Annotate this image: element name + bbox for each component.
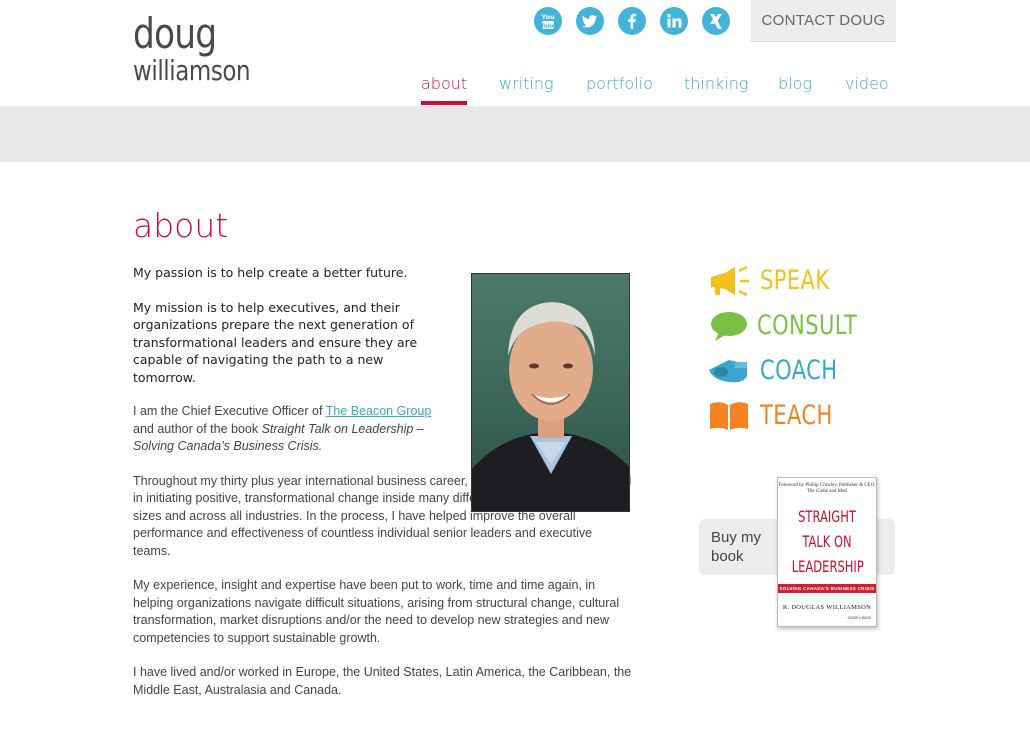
page-title: about: [133, 206, 229, 245]
social-links: You Tube: [534, 7, 730, 35]
buy-book-label[interactable]: Buy my book: [711, 528, 781, 566]
xing-icon[interactable]: [702, 7, 730, 35]
experience-paragraph: My experience, insight and expertise hav…: [133, 578, 620, 645]
service-coach-label: COACH: [760, 355, 838, 386]
passion-paragraph: My passion is to help create a better fu…: [133, 265, 408, 280]
book-title-line-3: LEADERSHIP: [791, 557, 864, 576]
book-subtitle: SOLVING CANADA'S BUSINESS CRISIS: [778, 584, 876, 593]
service-speak[interactable]: SPEAK: [706, 258, 886, 303]
mission-paragraph: My mission is to help executives, and th…: [133, 299, 418, 385]
nav-thinking[interactable]: thinking: [684, 74, 748, 93]
speech-bubble-icon: [706, 306, 749, 346]
portrait-photo: [471, 273, 630, 512]
ceo-paragraph: I am the Chief Executive Officer of The …: [133, 403, 438, 456]
whistle-icon: [706, 351, 752, 391]
ceo-text: I am the Chief Executive Officer of: [133, 404, 326, 418]
service-coach[interactable]: COACH: [706, 348, 886, 393]
beacon-group-link[interactable]: The Beacon Group: [326, 404, 432, 418]
service-speak-label: SPEAK: [760, 265, 830, 296]
book-title: STRAIGHT TALK ON LEADERSHIP: [791, 504, 864, 579]
nav-portfolio[interactable]: portfolio: [586, 74, 653, 93]
logo-line-1: doug: [133, 9, 217, 58]
travel-paragraph: I have lived and/or worked in Europe, th…: [133, 665, 632, 697]
book-foreword: Foreword by Phillip Crawley, Publisher &…: [778, 483, 876, 494]
service-consult-label: CONSULT: [757, 310, 858, 341]
svg-text:Tube: Tube: [541, 24, 556, 30]
logo-line-2: williamson: [133, 54, 251, 87]
book-publisher: JOSSEY-BASS: [847, 616, 871, 620]
svg-text:You: You: [540, 13, 555, 21]
facebook-icon[interactable]: [618, 7, 646, 35]
services-list: SPEAK CONSULT COACH TEACH: [706, 258, 886, 438]
book-author: R. DOUGLAS WILLIAMSON: [782, 604, 872, 611]
nav-blog[interactable]: blog: [778, 74, 812, 93]
header-band: [0, 106, 1030, 162]
nav-writing[interactable]: writing: [499, 74, 554, 93]
twitter-icon[interactable]: [576, 7, 604, 35]
megaphone-icon: [706, 261, 752, 301]
nav-video[interactable]: video: [845, 74, 889, 93]
book-title-line-1: STRAIGHT: [798, 507, 856, 526]
book-icon: [706, 396, 752, 436]
youtube-icon[interactable]: You Tube: [534, 7, 562, 35]
service-teach-label: TEACH: [760, 400, 833, 431]
site-logo[interactable]: doug williamson: [133, 13, 276, 85]
book-title-line-2: TALK ON: [802, 532, 852, 551]
book-cover[interactable]: Foreword by Phillip Crawley, Publisher &…: [777, 477, 877, 627]
nav-about[interactable]: about: [421, 74, 468, 105]
service-consult[interactable]: CONSULT: [706, 303, 886, 348]
linkedin-icon[interactable]: [660, 7, 688, 35]
service-teach[interactable]: TEACH: [706, 393, 886, 438]
contact-button[interactable]: CONTACT DOUG: [751, 0, 896, 42]
author-text: and author of the book: [133, 421, 262, 436]
